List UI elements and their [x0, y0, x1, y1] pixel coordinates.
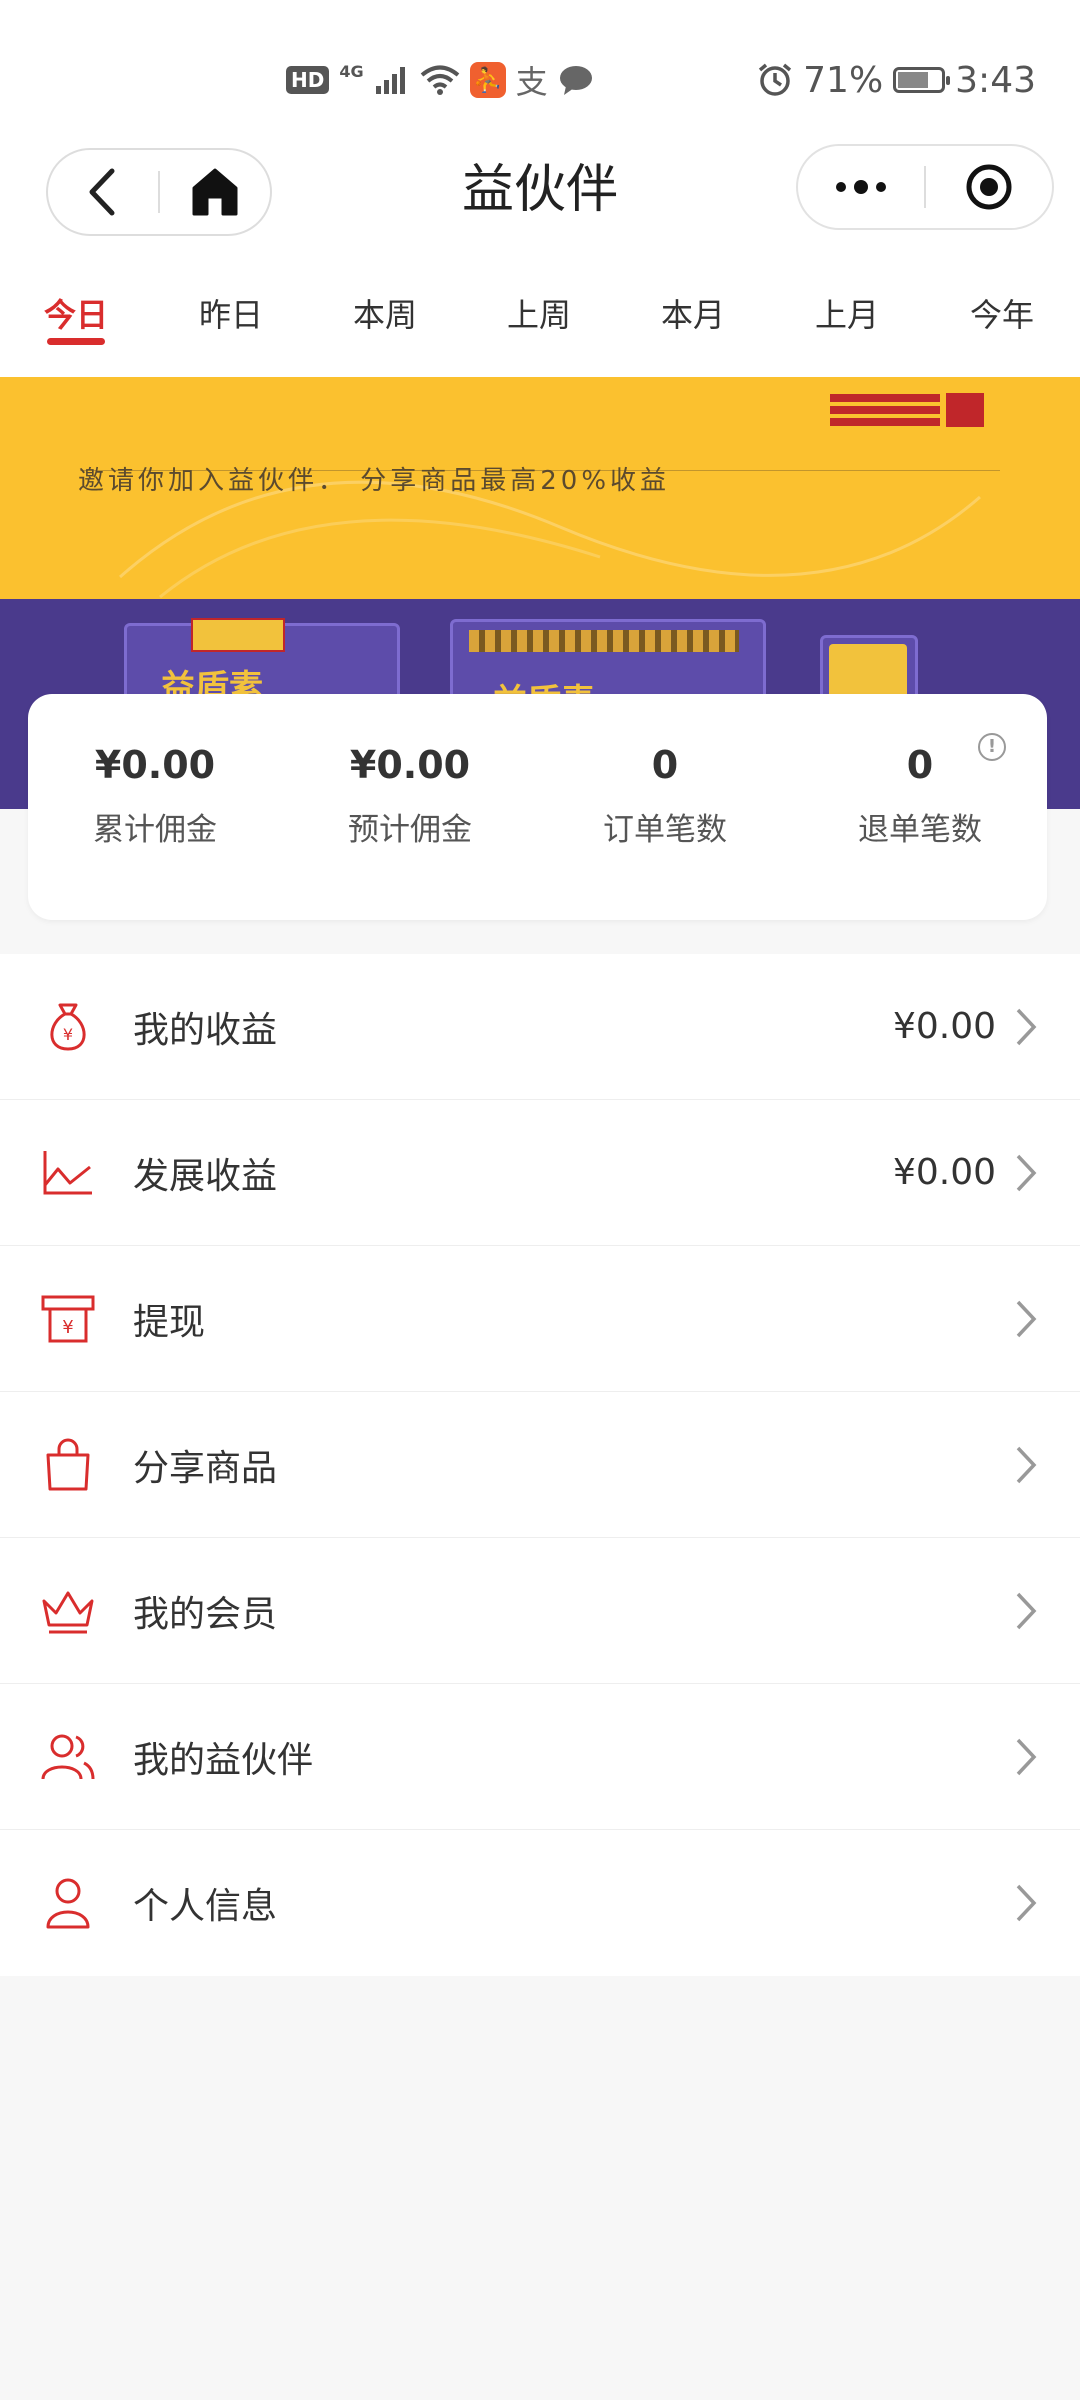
chevron-right-icon [1016, 1592, 1037, 1630]
money-bag-icon: ¥ [50, 1003, 86, 1051]
network-type: 4G [339, 61, 364, 81]
menu-label: 我的收益 [133, 1009, 278, 1051]
back-arrow-icon [89, 168, 115, 216]
stat-value: 0 [651, 743, 679, 787]
signal-icon [375, 67, 405, 94]
menu-label: 我的会员 [133, 1593, 278, 1635]
withdraw-icon: ¥ [41, 1295, 95, 1343]
svg-text:¥: ¥ [62, 1317, 73, 1338]
nav-capsule [46, 148, 272, 236]
stat-label: 订单笔数 [603, 812, 727, 848]
menu-label: 分享商品 [133, 1447, 278, 1489]
hd-badge: HD [286, 66, 330, 94]
crown-icon [42, 1591, 94, 1634]
menu-item-my-partners[interactable]: 我的益伙伴 [0, 1684, 1080, 1830]
stat-order-count: 0 订单笔数 [545, 740, 785, 852]
chevron-right-icon [1016, 1446, 1037, 1484]
alarm-icon [759, 63, 792, 96]
stat-refund-count: 0 退单笔数 [800, 740, 1040, 852]
user-icon [46, 1878, 90, 1929]
tab-today[interactable]: 今日 [16, 290, 136, 340]
stat-estimated-commission: ¥0.00 预计佣金 [290, 740, 530, 852]
menu-value: ¥0.00 [892, 1006, 996, 1047]
menu-label: 个人信息 [133, 1886, 278, 1927]
chevron-right-icon [1016, 1738, 1037, 1776]
stat-label: 退单笔数 [858, 812, 982, 848]
chevron-right-icon [1016, 1884, 1037, 1922]
chevron-right-icon [1016, 1154, 1037, 1192]
menu-label: 发展收益 [133, 1155, 278, 1197]
menu-item-my-members[interactable]: 我的会员 [0, 1538, 1080, 1684]
battery-icon [893, 67, 951, 93]
chevron-right-icon [1016, 1300, 1037, 1338]
stat-label: 预计佣金 [348, 812, 472, 848]
shopping-bag-icon [46, 1438, 90, 1491]
more-dots-icon [836, 180, 886, 194]
alipay-icon: 支 [515, 63, 548, 101]
status-icons-right: 71% 3:43 [757, 56, 1036, 104]
menu-item-personal-info[interactable]: 个人信息 [0, 1830, 1080, 1976]
menu-item-share-products[interactable]: 分享商品 [0, 1392, 1080, 1538]
home-button[interactable] [160, 150, 270, 234]
menu-label: 提现 [133, 1301, 206, 1343]
more-button[interactable] [798, 146, 924, 228]
target-close-icon [966, 164, 1012, 210]
app-notification-icon: ⛹ [469, 62, 506, 98]
svg-text:¥: ¥ [63, 1025, 73, 1044]
menu-list: ¥ 我的收益 ¥0.00 发展收益 ¥0.00 ¥ 提现 分享商品 我的会员 我… [0, 954, 1080, 1976]
menu-item-withdraw[interactable]: ¥ 提现 [0, 1246, 1080, 1392]
chevron-right-icon [1016, 1008, 1037, 1046]
back-button[interactable] [48, 150, 158, 234]
tab-this-year[interactable]: 今年 [942, 290, 1062, 340]
chat-icon [559, 66, 592, 95]
home-icon [192, 168, 238, 216]
tab-last-week[interactable]: 上周 [479, 290, 599, 340]
stat-value: ¥0.00 [349, 743, 471, 787]
stat-value: 0 [906, 743, 934, 787]
tab-yesterday[interactable]: 昨日 [171, 290, 291, 340]
wifi-icon [420, 65, 459, 95]
menu-label: 我的益伙伴 [133, 1739, 314, 1781]
menu-item-my-earnings[interactable]: ¥ 我的收益 ¥0.00 [0, 954, 1080, 1100]
battery-percent: 71% [803, 59, 884, 101]
banner-slogan: 邀请你加入益伙伴． 分享商品最高20%收益 [78, 466, 671, 496]
users-icon [41, 1734, 95, 1780]
stat-value: ¥0.00 [94, 743, 216, 787]
menu-item-development-earnings[interactable]: 发展收益 ¥0.00 [0, 1100, 1080, 1246]
tab-this-week[interactable]: 本周 [325, 290, 445, 340]
status-icons-left: HD 4G ⛹ 支 [286, 58, 594, 102]
tab-last-month[interactable]: 上月 [787, 290, 907, 340]
menu-value: ¥0.00 [892, 1152, 996, 1193]
line-chart-icon [43, 1151, 92, 1195]
active-tab-indicator [47, 338, 105, 345]
brand-logo [830, 390, 1010, 430]
stat-total-commission: ¥0.00 累计佣金 [35, 740, 275, 852]
stat-label: 累计佣金 [93, 812, 217, 848]
tab-this-month[interactable]: 本月 [633, 290, 753, 340]
page-title: 益伙伴 [461, 160, 618, 220]
close-miniprogram-button[interactable] [926, 146, 1052, 228]
clock: 3:43 [955, 59, 1036, 101]
miniprogram-capsule [796, 144, 1054, 230]
